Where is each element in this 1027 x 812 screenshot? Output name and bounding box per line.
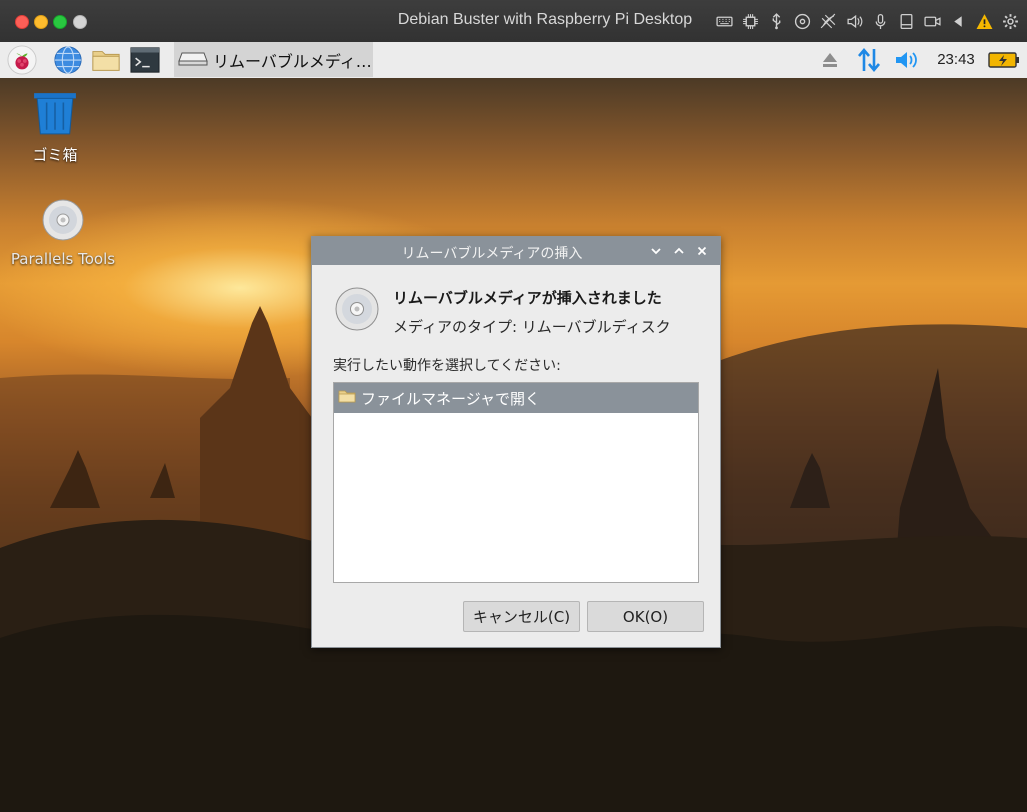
minimize-icon[interactable] [648, 243, 664, 259]
usb-icon[interactable] [768, 12, 785, 30]
maximize-icon[interactable] [671, 243, 687, 259]
warning-icon[interactable] [976, 13, 993, 30]
drive-icon [178, 50, 208, 70]
keyboard-icon[interactable] [716, 13, 733, 30]
trash-icon [32, 90, 78, 140]
raspberry-menu-icon[interactable] [6, 44, 38, 76]
removable-media-dialog: リムーバブルメディアの挿入 リムーバブルメディアが挿入されました メディアのタイ… [311, 236, 721, 648]
taskbar-window-button[interactable]: リムーバブルメディ… [174, 42, 373, 77]
disc-icon[interactable] [794, 13, 811, 30]
clock[interactable]: 23:43 [930, 42, 982, 77]
gear-icon[interactable] [1002, 13, 1019, 30]
list-item-label: ファイルマネージャで開く [361, 389, 540, 408]
network-transfer-icon[interactable] [854, 42, 884, 77]
media-type-text: メディアのタイプ: リムーバブルディスク [393, 318, 671, 336]
file-manager-icon[interactable] [90, 44, 122, 76]
microphone-icon[interactable] [872, 13, 889, 30]
terminal-icon[interactable] [129, 44, 161, 76]
dialog-heading: リムーバブルメディアが挿入されました [393, 289, 662, 307]
web-browser-icon[interactable] [52, 44, 84, 76]
camera-icon[interactable] [924, 13, 941, 30]
dialog-titlebar[interactable]: リムーバブルメディアの挿入 [312, 237, 720, 265]
host-window-titlebar: Debian Buster with Raspberry Pi Desktop [0, 0, 1027, 43]
action-prompt: 実行したい動作を選択してください: [333, 358, 561, 374]
cancel-button[interactable]: キャンセル(C) [463, 601, 580, 632]
desktop-parallels-tools[interactable]: Parallels Tools [10, 198, 116, 268]
list-item[interactable]: ファイルマネージャで開く [334, 383, 698, 413]
network-icon[interactable] [820, 13, 837, 30]
battery-icon[interactable] [988, 42, 1020, 77]
cd-icon [334, 286, 380, 336]
desktop-parallels-label: Parallels Tools [10, 250, 116, 268]
cd-icon [41, 198, 85, 246]
host-toolbar [716, 10, 1019, 32]
action-list[interactable]: ファイルマネージャで開く [333, 382, 699, 583]
dialog-title: リムーバブルメディアの挿入 [401, 246, 583, 262]
folder-icon [338, 388, 356, 408]
desktop-trash[interactable]: ゴミ箱 [32, 90, 78, 165]
taskbar-panel: リムーバブルメディ… 23:43 [0, 42, 1027, 79]
ok-button[interactable]: OK(O) [587, 601, 704, 632]
cpu-icon[interactable] [742, 13, 759, 30]
speaker-icon[interactable] [846, 13, 863, 30]
close-icon[interactable] [694, 243, 710, 259]
eject-icon[interactable] [818, 42, 842, 77]
taskbar-window-label: リムーバブルメディ… [213, 51, 372, 71]
drive-icon[interactable] [898, 13, 915, 30]
play-icon[interactable] [950, 13, 967, 30]
volume-icon[interactable] [893, 42, 921, 77]
desktop-trash-label: ゴミ箱 [32, 146, 78, 164]
